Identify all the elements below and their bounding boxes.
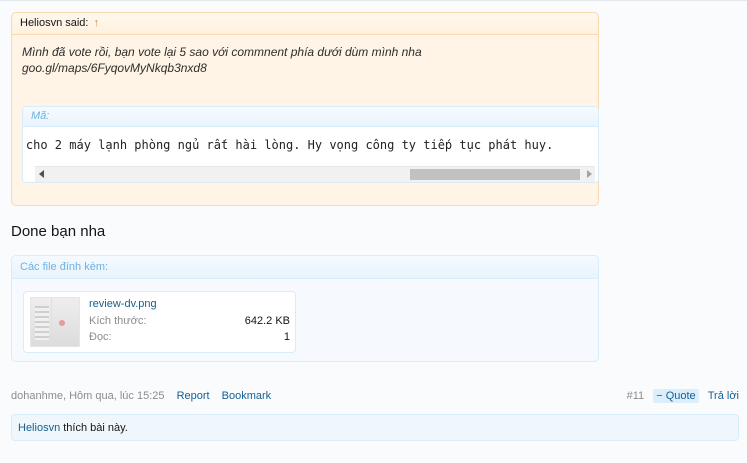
- quote-button[interactable]: − Quote: [653, 389, 699, 403]
- reply-button[interactable]: Trả lời: [708, 390, 739, 402]
- code-horizontal-scrollbar[interactable]: [35, 166, 595, 182]
- likes-summary: Heliosvn thích bài này.: [11, 414, 739, 441]
- size-label: Kích thước:: [89, 315, 147, 327]
- attachments-title: Các file đính kèm:: [12, 256, 598, 279]
- post-footer: dohanhme, Hôm qua, lúc 15:25 Report Book…: [11, 389, 739, 404]
- attachment-thumbnail[interactable]: [30, 297, 80, 347]
- liker-username[interactable]: Heliosvn: [18, 422, 60, 434]
- code-content: ình cho 2 máy lạnh phòng ngủ rất hài lòn…: [23, 127, 598, 163]
- jump-to-quote-arrow-icon[interactable]: ↑: [94, 17, 100, 29]
- size-value: 642.2 KB: [244, 315, 290, 327]
- post-author-date[interactable]: dohanhme, Hôm qua, lúc 15:25: [11, 390, 165, 402]
- quote-body: Mình đã vote rồi, bạn vote lại 5 sao với…: [12, 35, 598, 76]
- attachment-filename[interactable]: review-dv.png: [89, 298, 157, 310]
- code-text: ình cho 2 máy lạnh phòng ngủ rất hài lòn…: [23, 138, 554, 152]
- likes-text: thích bài này.: [60, 422, 128, 434]
- attachment-card: review-dv.png Kích thước: 642.2 KB Đọc: …: [23, 291, 296, 353]
- report-link[interactable]: Report: [177, 390, 210, 402]
- map-pin-icon: [59, 320, 65, 326]
- post-actions: #11 − Quote Trả lời: [627, 389, 739, 403]
- attachment-size-row: Kích thước: 642.2 KB: [89, 315, 290, 327]
- views-value: 1: [283, 331, 290, 343]
- quote-line: Mình đã vote rồi, bạn vote lại 5 sao với…: [22, 45, 422, 59]
- post-number[interactable]: #11: [627, 390, 645, 402]
- thumbnail-detail: [35, 306, 49, 340]
- attachment-views-row: Đọc: 1: [89, 331, 290, 343]
- quote-author[interactable]: Heliosvn said:: [20, 17, 88, 29]
- scroll-right-icon[interactable]: [587, 170, 592, 178]
- scrollbar-thumb[interactable]: [410, 169, 580, 180]
- quote-block: Heliosvn said: ↑ Mình đã vote rồi, bạn v…: [11, 12, 599, 206]
- code-block: Mã: ình cho 2 máy lạnh phòng ngủ rất hài…: [22, 106, 599, 183]
- top-divider: [0, 0, 747, 2]
- code-label: Mã:: [23, 107, 598, 127]
- quote-link: goo.gl/maps/6FyqovMyNkqb3nxd8: [22, 61, 207, 75]
- attachments-block: Các file đính kèm: review-dv.png Kích th…: [11, 255, 599, 362]
- views-label: Đọc:: [89, 331, 112, 343]
- bookmark-link[interactable]: Bookmark: [222, 390, 272, 402]
- scroll-left-icon[interactable]: [39, 170, 44, 178]
- quote-header: Heliosvn said: ↑: [12, 13, 598, 35]
- message-text: Done bạn nha: [11, 223, 106, 240]
